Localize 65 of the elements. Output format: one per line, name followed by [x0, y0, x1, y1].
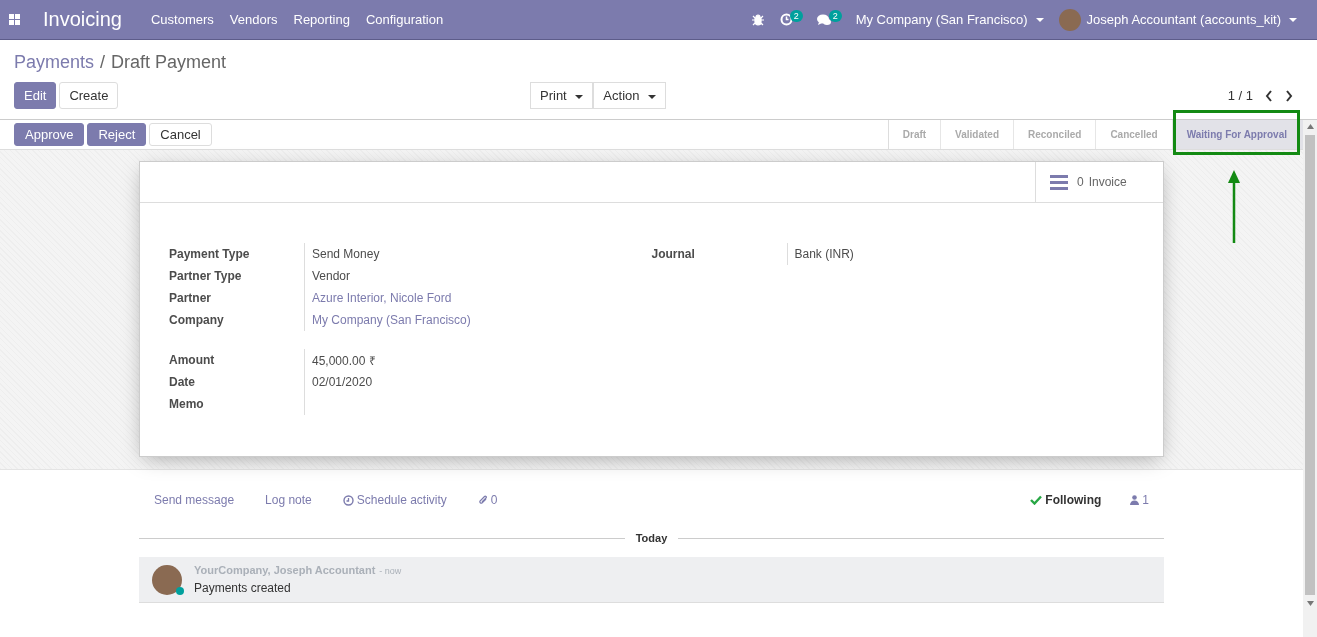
- chatter-action[interactable]: Schedule activity: [342, 493, 447, 507]
- menu-item[interactable]: Vendors: [229, 12, 278, 27]
- field-value: Vendor: [312, 269, 351, 283]
- clock-icon[interactable]: [779, 13, 793, 26]
- message-count-badge: 2: [828, 9, 842, 22]
- message-author: YourCompany, Joseph Accountant: [194, 564, 376, 576]
- paperclip-icon: [477, 494, 488, 506]
- field-value: Bank (INR): [794, 247, 854, 261]
- create-button[interactable]: Create: [59, 82, 119, 109]
- scroll-down-icon[interactable]: [1306, 601, 1314, 606]
- workflow-button[interactable]: Approve: [14, 123, 85, 146]
- next-icon[interactable]: [1285, 89, 1293, 102]
- field-value: Send Money: [312, 247, 380, 261]
- field-link[interactable]: My Company (San Francisco): [312, 313, 471, 327]
- menu-item[interactable]: Reporting: [293, 12, 350, 27]
- scroll-up-icon[interactable]: [1306, 124, 1314, 129]
- menu-item[interactable]: Configuration: [365, 12, 444, 27]
- dropdown-button[interactable]: Print: [530, 82, 594, 109]
- chatter-action[interactable]: Send message: [154, 493, 235, 507]
- field-label: Journal: [651, 247, 696, 261]
- message-text: Payments created: [194, 581, 292, 595]
- bug-icon[interactable]: [751, 13, 764, 26]
- field-label: Date: [169, 375, 196, 389]
- field-label: Memo: [169, 397, 205, 411]
- field-value: 02/01/2020: [312, 375, 373, 389]
- message-time: - now: [379, 566, 402, 576]
- attachments-button[interactable]: 0: [477, 493, 498, 507]
- followers-button[interactable]: 1: [1130, 493, 1149, 507]
- company-switcher[interactable]: My Company (San Francisco): [855, 12, 1044, 27]
- previous-icon[interactable]: [1265, 89, 1273, 102]
- list-icon: [1050, 174, 1068, 190]
- user-avatar: [1058, 8, 1081, 31]
- workflow-button[interactable]: Reject: [87, 123, 147, 146]
- app-title: Invoicing: [43, 8, 122, 31]
- field-label: Payment Type: [169, 247, 251, 261]
- activity-count-badge: 2: [789, 9, 803, 22]
- menu-item[interactable]: Customers: [150, 12, 214, 27]
- invoice-smart-button[interactable]: 0 Invoice: [1035, 162, 1163, 202]
- date-separator: Today: [635, 532, 668, 544]
- scrollbar[interactable]: [1303, 120, 1317, 637]
- breadcrumb-link[interactable]: Payments: [14, 52, 95, 73]
- workflow-button[interactable]: Cancel: [149, 123, 212, 146]
- dropdown-button[interactable]: Action: [593, 82, 667, 109]
- chatter-action[interactable]: Log note: [265, 493, 312, 507]
- clock-icon: [342, 494, 354, 506]
- status-stage[interactable]: Draft: [888, 120, 942, 149]
- field-label: Amount: [169, 353, 216, 367]
- page-title: Draft Payment: [111, 52, 227, 73]
- pager-value: 1 / 1: [1227, 88, 1253, 103]
- field-label: Company: [169, 313, 225, 327]
- status-stage[interactable]: Validated: [941, 120, 1014, 149]
- edit-button[interactable]: Edit: [14, 82, 57, 109]
- field-label: Partner Type: [169, 269, 243, 283]
- check-icon: [1030, 495, 1043, 505]
- field-value: 45,000.00 ₹: [312, 352, 376, 369]
- user-menu[interactable]: Joseph Accountant (accounts_kit): [1086, 12, 1297, 27]
- status-stage[interactable]: Reconciled: [1014, 120, 1097, 149]
- chat-icon[interactable]: [816, 13, 832, 26]
- apps-menu-icon[interactable]: [9, 14, 20, 25]
- status-stage[interactable]: Cancelled: [1096, 120, 1173, 149]
- field-link[interactable]: Azure Interior, Nicole Ford: [312, 291, 452, 305]
- breadcrumb-separator: /: [100, 52, 106, 73]
- person-icon: [1130, 495, 1140, 505]
- field-label: Partner: [169, 291, 213, 305]
- following-button[interactable]: Following: [1030, 493, 1102, 507]
